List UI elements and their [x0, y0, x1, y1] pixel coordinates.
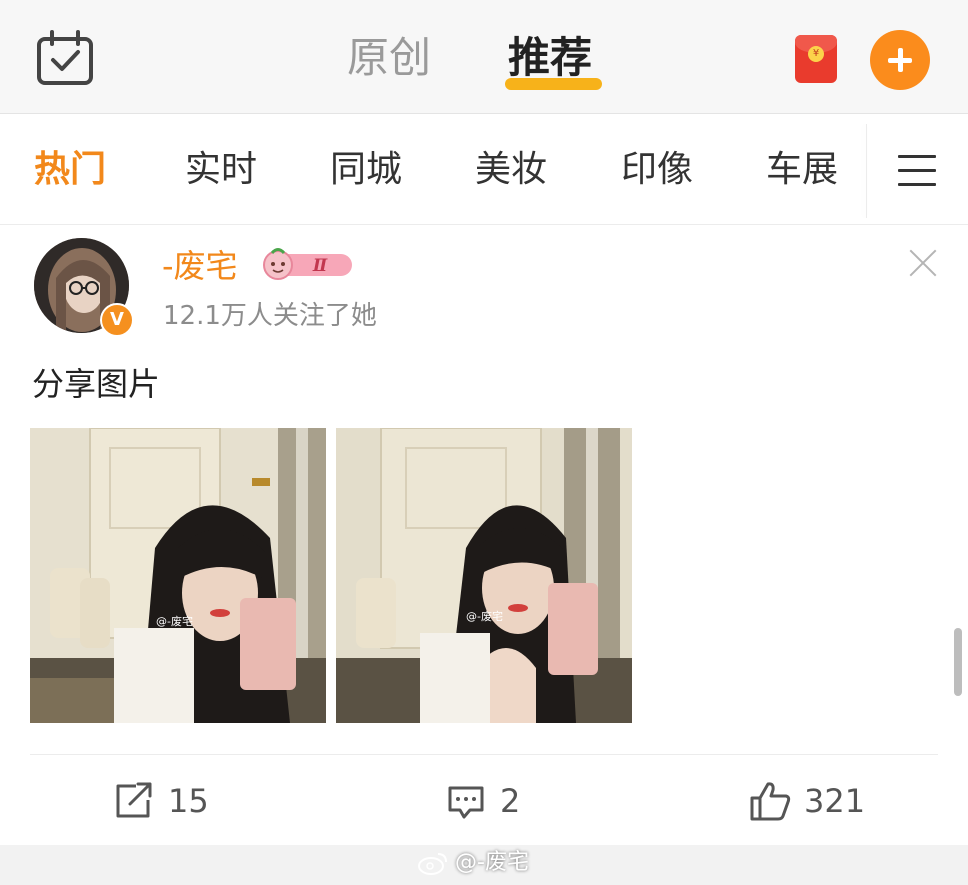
category-divider — [866, 124, 867, 218]
category-beauty[interactable]: 美妆 — [475, 148, 547, 192]
member-level-badge: Ⅱ — [258, 248, 354, 280]
top-navigation-bar: 原创 推荐 ¥ — [0, 0, 968, 114]
red-packet-icon[interactable]: ¥ — [795, 35, 837, 83]
category-hot[interactable]: 热门 — [34, 148, 106, 192]
like-count: 321 — [804, 782, 866, 820]
hamburger-menu-icon[interactable] — [898, 153, 936, 189]
post-image-2[interactable]: @-废宅 — [336, 428, 632, 723]
comment-count: 2 — [500, 782, 521, 820]
compose-plus-button[interactable] — [870, 30, 930, 90]
watermark-text: @-废宅 — [455, 850, 529, 875]
category-auto-show[interactable]: 车展 — [766, 148, 838, 192]
category-impression[interactable]: 印像 — [621, 148, 693, 192]
tab-original[interactable]: 原创 — [347, 30, 431, 86]
share-count: 15 — [168, 782, 209, 820]
share-icon — [116, 782, 152, 818]
category-bar: 热门 实时 同城 美妆 印像 车展 — [0, 114, 968, 225]
thumbs-up-icon — [750, 782, 791, 821]
weibo-watermark: @-废宅 — [418, 848, 529, 878]
close-icon[interactable] — [908, 248, 938, 278]
verified-badge-icon: V — [100, 303, 134, 337]
comment-icon — [448, 786, 484, 819]
calendar-check-icon[interactable] — [36, 30, 94, 86]
post-image-1[interactable]: @-废宅 — [30, 428, 326, 723]
svg-text:@-废宅: @-废宅 — [156, 614, 193, 628]
tab-recommended[interactable]: 推荐 — [508, 30, 592, 86]
category-realtime[interactable]: 实时 — [185, 148, 257, 192]
followers-count-text: 12.1万人关注了她 — [163, 301, 377, 331]
category-same-city[interactable]: 同城 — [330, 148, 402, 192]
svg-text:@-废宅: @-废宅 — [466, 609, 503, 623]
red-packet-coin: ¥ — [808, 46, 824, 62]
post-username[interactable]: -废宅 — [162, 244, 238, 288]
scrollbar[interactable] — [954, 628, 962, 696]
svg-text:Ⅱ: Ⅱ — [312, 256, 328, 276]
post-text: 分享图片 — [32, 365, 161, 403]
weibo-logo-icon — [418, 853, 447, 875]
actions-divider — [30, 754, 938, 755]
